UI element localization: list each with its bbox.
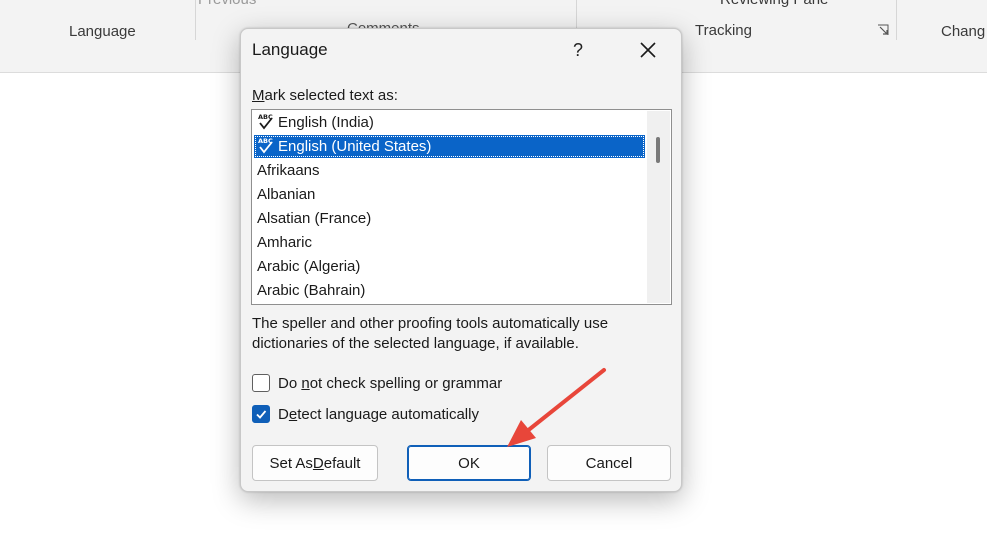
proofing-icon: ABC <box>258 113 273 130</box>
detect-language-row[interactable]: Detect language automatically <box>252 403 479 425</box>
language-list-item[interactable]: Alsatian (France) <box>254 207 645 230</box>
ribbon-divider <box>195 0 196 40</box>
language-list-item[interactable]: Albanian <box>254 183 645 206</box>
ribbon-divider <box>896 0 897 40</box>
language-item-label: Albanian <box>257 186 316 203</box>
language-list-item[interactable]: Amharic <box>254 231 645 254</box>
help-button[interactable]: ? <box>563 35 593 65</box>
language-item-label: Amharic <box>257 234 313 251</box>
detect-language-checkbox[interactable] <box>252 405 270 423</box>
language-item-label: Afrikaans <box>257 162 320 179</box>
language-item-label: Alsatian (France) <box>257 210 372 227</box>
no-check-spelling-label: Do not check spelling or grammar <box>278 374 503 392</box>
previous-button[interactable]: Previous <box>198 0 256 8</box>
language-item-label: English (India) <box>278 114 374 131</box>
ribbon-group-language: Language <box>69 23 136 40</box>
language-list-item[interactable]: ABC English (India) <box>254 111 645 134</box>
detect-language-label: Detect language automatically <box>278 405 479 423</box>
ok-button[interactable]: OK <box>407 445 531 481</box>
ribbon-group-tracking: Tracking <box>695 22 752 39</box>
listbox-scrollbar[interactable] <box>647 111 670 303</box>
language-list-item[interactable]: Arabic (Bahrain) <box>254 279 645 302</box>
language-list-item[interactable]: ABC English (United States) <box>254 135 645 158</box>
cancel-button[interactable]: Cancel <box>547 445 671 481</box>
close-button[interactable] <box>631 35 665 65</box>
language-list-item[interactable]: Arabic (Algeria) <box>254 255 645 278</box>
language-list-item[interactable]: Afrikaans <box>254 159 645 182</box>
dialog-title: Language <box>252 40 328 59</box>
mark-selected-label: Mark selected text as: <box>252 87 398 104</box>
scrollbar-thumb[interactable] <box>656 137 660 163</box>
language-item-label: Arabic (Algeria) <box>257 258 361 275</box>
no-check-spelling-row[interactable]: Do not check spelling or grammar <box>252 372 502 394</box>
reviewing-pane-button[interactable]: Reviewing Pane <box>720 0 828 8</box>
tracking-dialog-launcher-icon[interactable] <box>877 24 891 38</box>
no-check-spelling-checkbox[interactable] <box>252 374 270 392</box>
set-as-default-button[interactable]: Set As Default <box>252 445 378 481</box>
language-item-label: English (United States) <box>278 138 432 155</box>
language-dialog: Language ? Mark selected text as: ABC Eng… <box>240 28 682 492</box>
checkmark-icon <box>256 410 267 419</box>
language-item-label: Arabic (Bahrain) <box>257 282 366 299</box>
proofing-icon: ABC <box>258 137 273 154</box>
proofing-note: The speller and other proofing tools aut… <box>252 315 609 352</box>
language-listbox[interactable]: ABC English (India) ABC English (United Sta… <box>251 109 672 305</box>
help-icon: ? <box>572 39 583 60</box>
close-icon <box>640 42 656 58</box>
ribbon-group-changes: Chang <box>941 23 986 40</box>
